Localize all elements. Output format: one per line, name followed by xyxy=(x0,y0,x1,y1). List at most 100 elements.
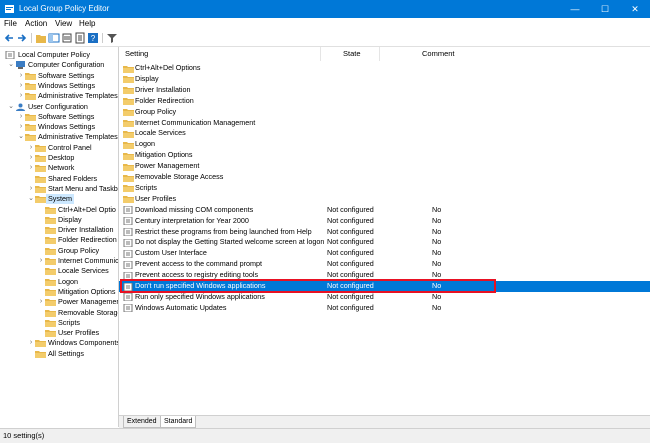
chevron-down-icon[interactable]: ⌄ xyxy=(8,60,14,70)
chevron-right-icon[interactable] xyxy=(28,174,34,184)
tree-item[interactable]: › Desktop xyxy=(0,153,118,163)
chevron-right-icon[interactable]: › xyxy=(38,297,44,307)
policy-row[interactable]: Century interpretation for Year 2000 Not … xyxy=(119,216,650,227)
tree-item[interactable]: ⌄ User Configuration xyxy=(0,102,118,112)
chevron-right-icon[interactable]: › xyxy=(18,91,24,101)
chevron-right-icon[interactable]: › xyxy=(28,143,34,153)
tree-item[interactable]: Folder Redirection xyxy=(0,235,118,245)
folder-row[interactable]: Folder Redirection xyxy=(119,96,650,107)
tree-item[interactable]: Local Computer Policy xyxy=(0,50,118,60)
chevron-right-icon[interactable]: › xyxy=(38,256,44,266)
chevron-right-icon[interactable] xyxy=(38,287,44,297)
tree-item[interactable]: › Administrative Templates xyxy=(0,91,118,101)
tree-item[interactable]: Locale Services xyxy=(0,266,118,276)
policy-row[interactable]: Custom User Interface Not configured No xyxy=(119,248,650,259)
menu-help[interactable]: Help xyxy=(79,19,95,28)
chevron-right-icon[interactable] xyxy=(0,50,4,60)
tree-item[interactable]: ⌄ Administrative Templates xyxy=(0,132,118,142)
tree-item[interactable]: ⌄ Computer Configuration xyxy=(0,60,118,70)
folder-row[interactable]: Display xyxy=(119,74,650,85)
chevron-right-icon[interactable] xyxy=(38,318,44,328)
minimize-button[interactable]: — xyxy=(560,0,590,18)
tree-item[interactable]: › Windows Settings xyxy=(0,122,118,132)
policy-row[interactable]: Download missing COM components Not confi… xyxy=(119,205,650,216)
tree-item[interactable]: › Network xyxy=(0,163,118,173)
column-divider[interactable] xyxy=(379,47,380,61)
chevron-right-icon[interactable] xyxy=(38,277,44,287)
folder-row[interactable]: Logon xyxy=(119,139,650,150)
column-divider[interactable] xyxy=(320,47,321,61)
folder-row[interactable]: Mitigation Options xyxy=(119,150,650,161)
tree-item[interactable]: Display xyxy=(0,215,118,225)
policy-row[interactable]: Run only specified Windows applications N… xyxy=(119,292,650,303)
chevron-down-icon[interactable]: ⌄ xyxy=(28,194,34,204)
policy-row[interactable]: Prevent access to the command prompt Not … xyxy=(119,259,650,270)
maximize-button[interactable]: ☐ xyxy=(590,0,620,18)
menu-action[interactable]: Action xyxy=(25,19,47,28)
tab-standard[interactable]: Standard xyxy=(160,416,197,428)
chevron-right-icon[interactable]: › xyxy=(28,338,34,348)
folder-row[interactable]: User Profiles xyxy=(119,194,650,205)
export-list-icon[interactable] xyxy=(74,32,86,44)
chevron-right-icon[interactable]: › xyxy=(28,184,34,194)
tree-item[interactable]: Group Policy xyxy=(0,246,118,256)
tree-item[interactable]: Ctrl+Alt+Del Optio xyxy=(0,205,118,215)
properties-icon[interactable] xyxy=(61,32,73,44)
policy-row[interactable]: Windows Automatic Updates Not configured N… xyxy=(119,303,650,314)
tree-item[interactable]: Removable Storage xyxy=(0,308,118,318)
chevron-down-icon[interactable]: ⌄ xyxy=(8,102,14,112)
chevron-right-icon[interactable] xyxy=(38,235,44,245)
tree-item[interactable]: Shared Folders xyxy=(0,174,118,184)
tree-item[interactable]: › Windows Settings xyxy=(0,81,118,91)
back-arrow-icon[interactable] xyxy=(3,32,15,44)
tree-item[interactable]: › Power Managemer xyxy=(0,297,118,307)
tree-item[interactable]: Mitigation Options xyxy=(0,287,118,297)
column-header-comment[interactable]: Comment xyxy=(422,47,455,61)
chevron-down-icon[interactable]: ⌄ xyxy=(18,132,24,142)
forward-arrow-icon[interactable] xyxy=(16,32,28,44)
menu-file[interactable]: File xyxy=(4,19,17,28)
column-header-state[interactable]: State xyxy=(343,47,361,61)
folder-row[interactable]: Ctrl+Alt+Del Options xyxy=(119,63,650,74)
chevron-right-icon[interactable]: › xyxy=(18,122,24,132)
folder-row[interactable]: Group Policy xyxy=(119,107,650,118)
tree-item[interactable]: Scripts xyxy=(0,318,118,328)
close-button[interactable]: ✕ xyxy=(620,0,650,18)
chevron-right-icon[interactable] xyxy=(38,266,44,276)
chevron-right-icon[interactable] xyxy=(38,205,44,215)
chevron-right-icon[interactable]: › xyxy=(28,153,34,163)
help-icon[interactable]: ? xyxy=(87,32,99,44)
chevron-right-icon[interactable] xyxy=(38,225,44,235)
chevron-right-icon[interactable] xyxy=(38,308,44,318)
chevron-right-icon[interactable] xyxy=(38,246,44,256)
tree-item[interactable]: › Internet Communic xyxy=(0,256,118,266)
policy-row[interactable]: Do not display the Getting Started welco… xyxy=(119,237,650,248)
tab-extended[interactable]: Extended xyxy=(123,416,161,428)
tree-item[interactable]: All Settings xyxy=(0,349,118,359)
tree-item[interactable]: › Windows Components xyxy=(0,338,118,348)
tree-item[interactable]: › Control Panel xyxy=(0,143,118,153)
menu-view[interactable]: View xyxy=(55,19,72,28)
tree-item[interactable]: › Software Settings xyxy=(0,71,118,81)
folder-row[interactable]: Removable Storage Access xyxy=(119,172,650,183)
folder-row[interactable]: Internet Communication Management xyxy=(119,118,650,129)
folder-row[interactable]: Scripts xyxy=(119,183,650,194)
chevron-right-icon[interactable]: › xyxy=(18,112,24,122)
tree-item[interactable]: › Software Settings xyxy=(0,112,118,122)
chevron-right-icon[interactable] xyxy=(38,215,44,225)
tree-item[interactable]: › Start Menu and Taskba xyxy=(0,184,118,194)
tree-item[interactable]: ⌄ System xyxy=(0,194,118,205)
chevron-right-icon[interactable] xyxy=(28,349,34,359)
tree-item[interactable]: Logon xyxy=(0,277,118,287)
folder-row[interactable]: Power Management xyxy=(119,161,650,172)
chevron-right-icon[interactable]: › xyxy=(28,163,34,173)
chevron-right-icon[interactable]: › xyxy=(18,81,24,91)
tree-item[interactable]: User Profiles xyxy=(0,328,118,338)
filter-icon[interactable] xyxy=(106,32,118,44)
folder-row[interactable]: Locale Services xyxy=(119,128,650,139)
chevron-right-icon[interactable]: › xyxy=(18,71,24,81)
tree-item[interactable]: Driver Installation xyxy=(0,225,118,235)
column-header-setting[interactable]: Setting xyxy=(125,47,148,61)
policy-row[interactable]: Restrict these programs from being launc… xyxy=(119,227,650,238)
up-folder-icon[interactable] xyxy=(35,32,47,44)
